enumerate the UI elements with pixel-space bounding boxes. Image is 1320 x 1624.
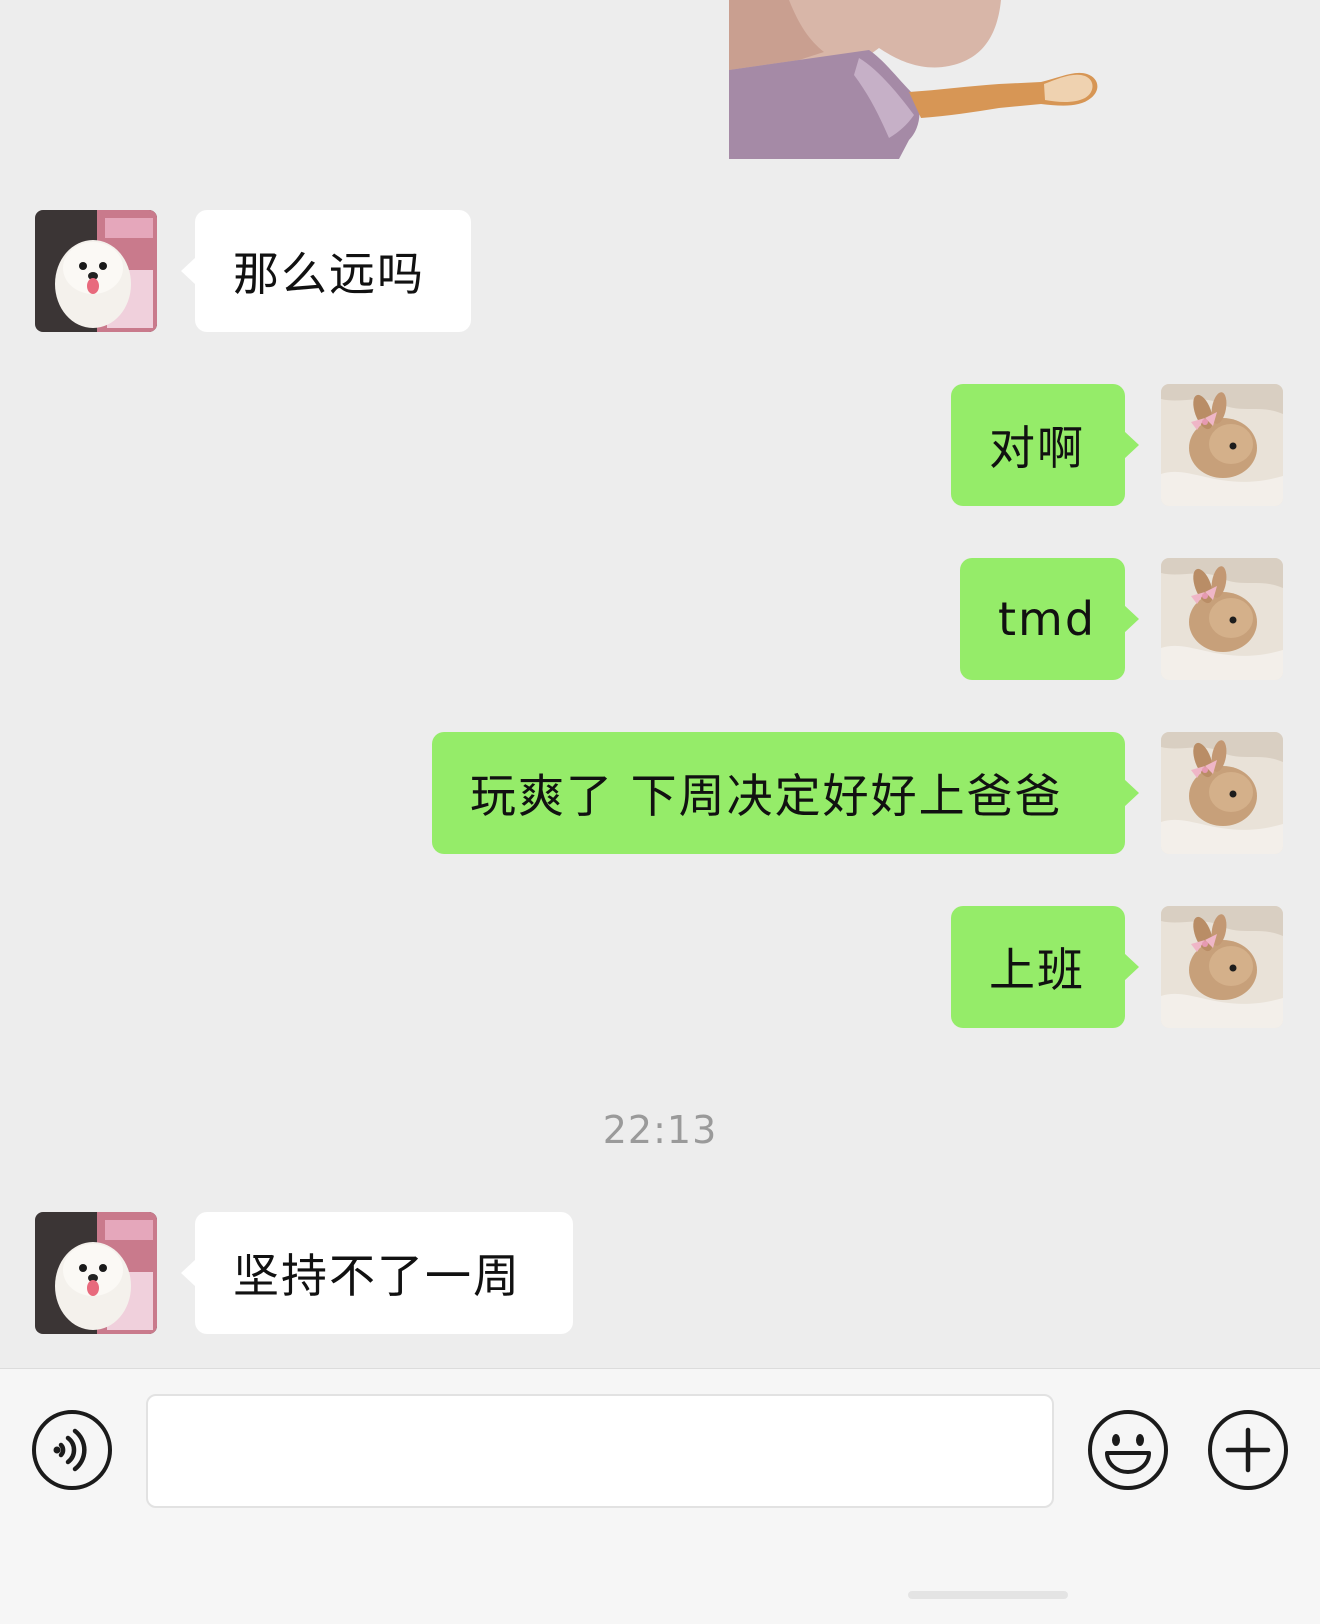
voice-button[interactable] <box>31 1409 113 1491</box>
self-avatar[interactable] <box>1161 732 1283 854</box>
rabbit-avatar-icon <box>1161 558 1283 680</box>
sticker-graphic <box>729 0 1117 159</box>
plus-icon <box>1208 1410 1288 1490</box>
message-bubble-outgoing[interactable]: 上班 <box>951 906 1139 1028</box>
message-bubble-incoming[interactable]: 坚持不了一周 <box>181 1212 573 1334</box>
self-avatar[interactable] <box>1161 906 1283 1028</box>
dog-avatar-icon <box>35 210 157 332</box>
message-bubble-outgoing[interactable]: tmd <box>960 558 1139 680</box>
message-text: 玩爽了 下周决定好好上爸爸 <box>470 769 1063 823</box>
dog-avatar-icon <box>35 1212 157 1334</box>
rabbit-avatar-icon <box>1161 906 1283 1028</box>
message-bubble-incoming[interactable]: 那么远吗 <box>181 210 471 332</box>
emoji-button[interactable] <box>1087 1409 1169 1491</box>
input-bar <box>0 1368 1320 1624</box>
message-bubble-outgoing[interactable]: 对啊 <box>951 384 1139 506</box>
self-avatar[interactable] <box>1161 558 1283 680</box>
emoji-icon <box>1088 1410 1168 1490</box>
message-text: 坚持不了一周 <box>233 1249 521 1303</box>
message-text: 上班 <box>989 943 1085 997</box>
message-text: 那么远吗 <box>233 247 425 301</box>
rabbit-avatar-icon <box>1161 384 1283 506</box>
message-text: 对啊 <box>989 421 1085 475</box>
contact-avatar[interactable] <box>35 210 157 332</box>
voice-icon <box>32 1410 112 1490</box>
chat-area[interactable]: 那么远吗 对啊 tmd 玩爽了 下周决定好好上爸爸 上班 22:13 坚持不了一… <box>0 0 1320 1368</box>
sticker-image[interactable] <box>729 0 1117 159</box>
message-timestamp: 22:13 <box>602 1108 718 1152</box>
message-bubble-outgoing[interactable]: 玩爽了 下周决定好好上爸爸 <box>432 732 1139 854</box>
plus-button[interactable] <box>1207 1409 1289 1491</box>
home-indicator <box>908 1591 1068 1599</box>
self-avatar[interactable] <box>1161 384 1283 506</box>
message-text: tmd <box>998 592 1097 646</box>
contact-avatar[interactable] <box>35 1212 157 1334</box>
message-input[interactable] <box>146 1394 1054 1508</box>
rabbit-avatar-icon <box>1161 732 1283 854</box>
